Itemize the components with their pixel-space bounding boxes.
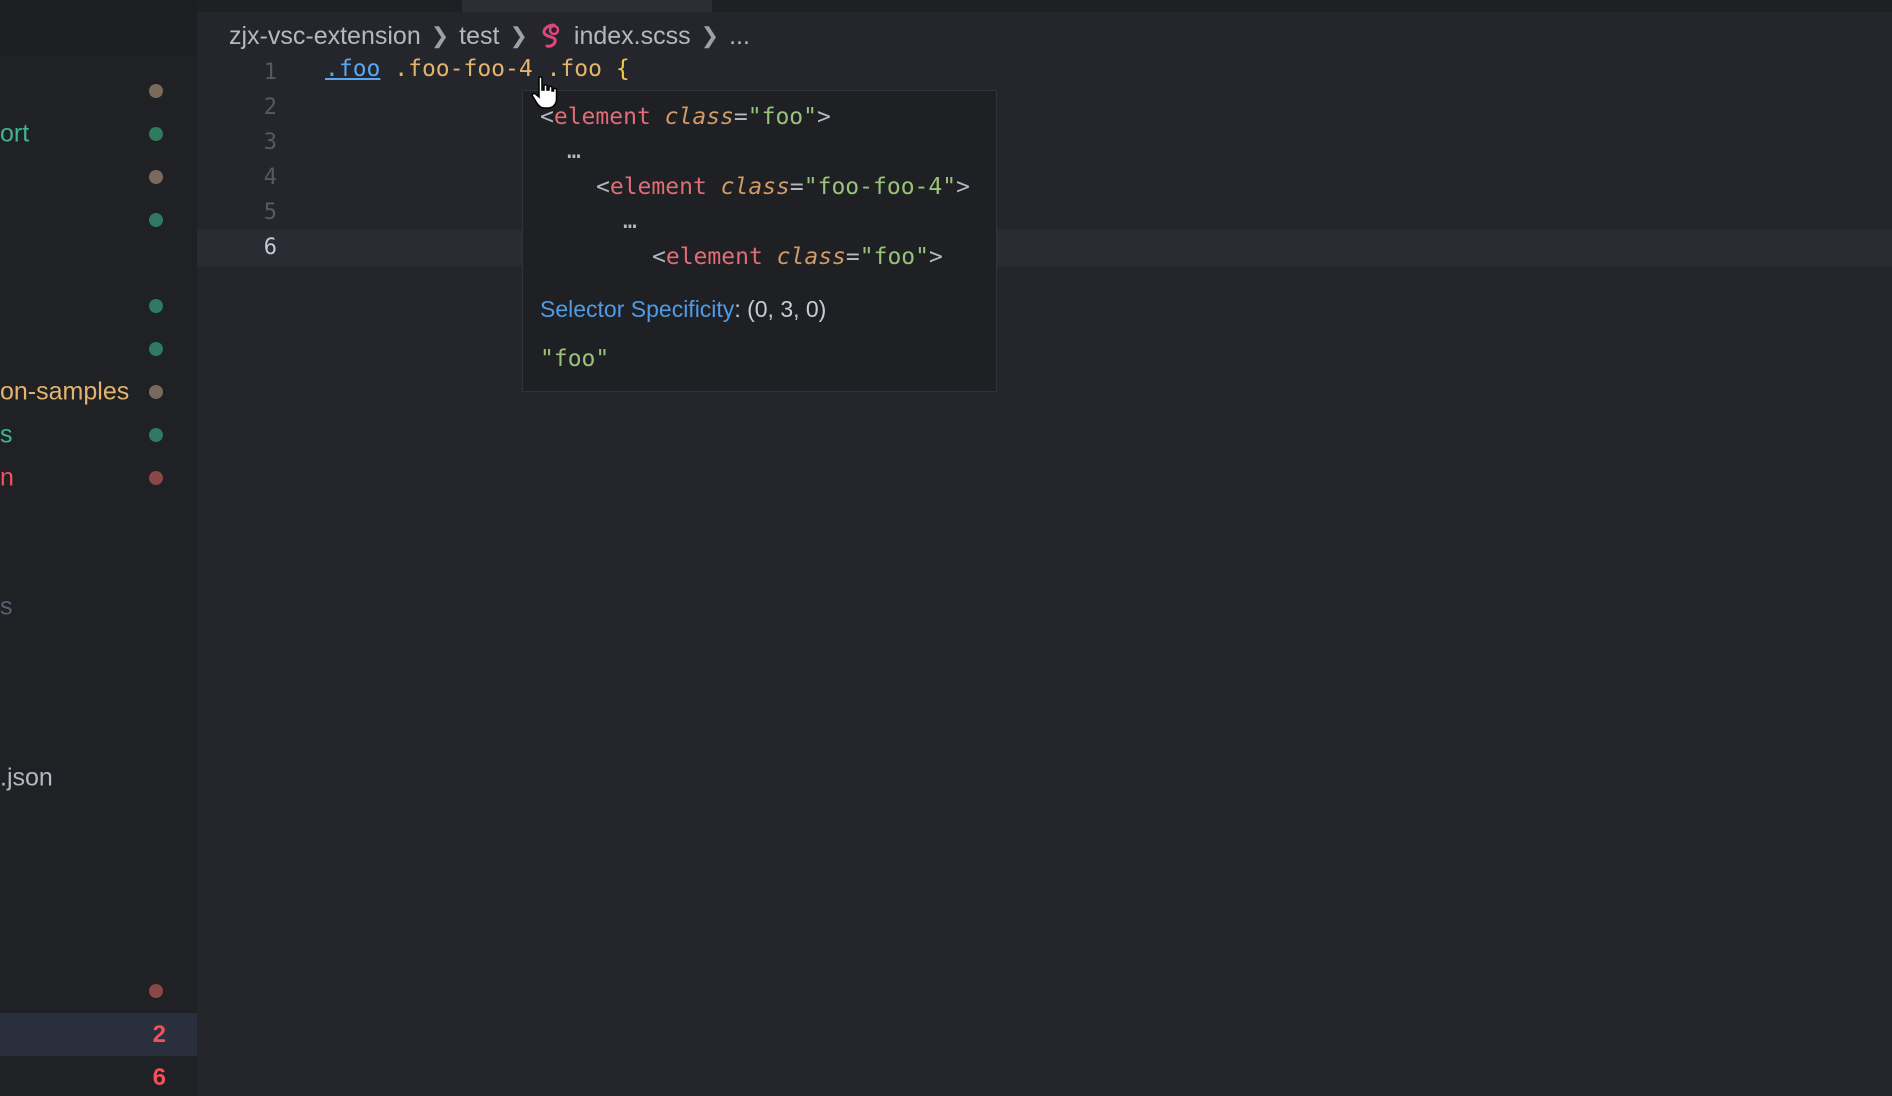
breadcrumb-file[interactable]: index.scss [574,22,691,51]
breadcrumb-root[interactable]: zjx-vsc-extension [229,22,421,51]
git-status-dot [149,298,163,313]
specificity-value: : (0, 3, 0) [734,296,827,322]
explorer-item-label: s [0,592,13,620]
selector-specificity: Selector Specificity: (0, 3, 0) [540,296,826,323]
explorer-item[interactable] [0,198,197,241]
ellipsis: … [623,208,637,234]
line-number-active: 6 [263,235,277,260]
specificity-link[interactable]: Selector Specificity [540,296,734,322]
explorer-item[interactable]: 6 [0,1056,197,1096]
ellipsis: … [567,138,581,164]
git-status-dot [149,341,163,356]
html-preview-line-3: <element class="foo"> [652,244,943,270]
chevron-right-icon: ❯ [700,23,720,48]
current-line-highlight [197,230,1892,266]
html-preview-line-1: <element class="foo"> [540,104,831,130]
explorer-item[interactable]: n [0,456,197,499]
explorer-item[interactable] [0,155,197,198]
explorer-item[interactable] [0,284,197,327]
explorer-item-label: ort [0,119,30,147]
git-status-dot [149,470,163,485]
explorer-item[interactable] [0,327,197,370]
explorer-item-label: .json [0,763,53,791]
explorer-item-selected[interactable]: 2 [0,1013,197,1056]
breadcrumb-folder[interactable]: test [459,22,499,51]
selector-rest: .foo-foo-4 .foo [380,56,616,82]
explorer-item[interactable]: .json [0,756,197,799]
line-number: 4 [263,165,277,190]
explorer-item[interactable]: s [0,413,197,456]
explorer-item[interactable] [0,69,197,112]
git-status-dot [149,427,163,442]
explorer-item-label: on-samples [0,377,130,405]
explorer-item[interactable]: on-samples [0,370,197,413]
hover-tooltip: <element class="foo"> … <element class="… [522,90,997,392]
selector-dot[interactable]: . [325,56,339,82]
code-line-1[interactable]: .foo .foo-foo-4 .foo { [325,56,630,90]
breadcrumb: zjx-vsc-extension ❯ test ❯ index.scss ❯ … [229,20,750,52]
explorer-item[interactable]: ort [0,112,197,155]
editor-area[interactable]: zjx-vsc-extension ❯ test ❯ index.scss ❯ … [197,0,1892,1096]
tab-bar [197,0,1892,12]
active-tab[interactable] [462,0,712,12]
line-number: 5 [263,200,277,225]
line-number: 1 [263,60,277,85]
chevron-right-icon: ❯ [509,23,528,48]
hand-pointer-cursor-icon [531,76,558,109]
sass-file-icon [542,23,560,48]
selector-link[interactable]: foo [339,56,381,82]
hover-string-value: "foo" [540,346,610,372]
git-status-dot [149,384,163,399]
git-status-dot [149,126,163,141]
git-status-dot [149,83,163,98]
sidebar-header [0,0,197,56]
html-preview-line-2: <element class="foo-foo-4"> [596,174,970,200]
breadcrumb-more[interactable]: ... [729,22,750,51]
chevron-right-icon: ❯ [430,23,450,48]
explorer-sidebar: ort on-samples s n s .json 2 6 [0,0,197,1096]
explorer-item[interactable]: s [0,585,197,628]
git-status-dot [149,212,163,227]
explorer-item-label: s [0,420,13,448]
git-status-dot [149,983,163,998]
open-brace: { [615,56,630,82]
problem-count: 6 [152,1063,166,1091]
git-status-dot [149,169,163,184]
explorer-item[interactable] [0,969,197,1012]
line-number: 2 [263,95,277,120]
explorer-item-label: n [0,463,14,491]
line-number: 3 [263,130,277,155]
problem-count: 2 [152,1020,166,1048]
